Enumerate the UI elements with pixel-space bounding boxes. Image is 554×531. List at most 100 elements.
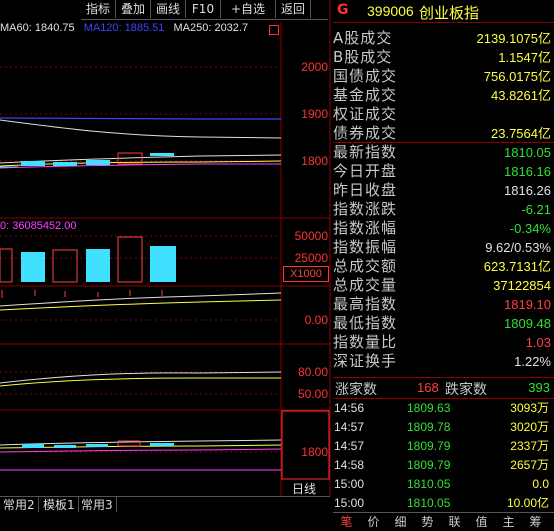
tick-time: 14:58 [334,458,365,472]
lower-candle [22,444,44,448]
volume-bar [0,248,13,283]
stat-label: B股成交 [333,48,393,66]
tab-common2[interactable]: 常用2 [0,497,39,513]
stat-label: 今日开盘 [333,162,398,180]
stat-label: 总成交额 [333,257,398,275]
index-name: 创业板指 [419,4,480,22]
stat-label: 指数涨幅 [333,219,398,237]
stat-row: 债券成交 23.7564亿 [333,124,551,143]
stat-row: 指数涨跌 -6.21 [333,200,551,219]
tick-volume: 3020万 [510,420,549,434]
stat-row: 指数振幅 9.62/0.53% [333,238,551,257]
stat-label: 最新指数 [333,143,398,161]
stat-value: 43.8261亿 [491,88,551,103]
tick-price: 1809.78 [407,420,451,434]
tick-time: 15:00 [334,496,365,510]
kline-candle [21,161,45,166]
stat-row: 深证换手 1.22% [333,352,551,371]
stat-row: 指数量比 1.03 [333,333,551,352]
stat-label: 权证成交 [333,105,398,123]
stat-label: 最低指数 [333,314,398,332]
kdj-axis-label: 50.00 [297,387,328,401]
stat-value: 756.0175亿 [483,69,551,84]
stat-value: 1819.10 [504,297,551,312]
stat-value: 1.1547亿 [498,50,551,65]
stat-label: A股成交 [333,29,393,47]
tick-price: 1809.79 [407,439,451,453]
tick-volume: 0.0 [532,477,549,491]
nav-price[interactable]: 价 [360,513,387,531]
stat-row: 总成交量 37122854 [333,276,551,295]
period-label[interactable]: 日线 [292,480,316,497]
price-axis-label: 1900 [301,107,328,121]
down-count-label: 跌家数 [445,382,487,398]
price-axis-label: 2000 [301,60,328,74]
tick-time: 14:56 [334,401,365,415]
bottom-tab-bar: 常用2 模板1 常用3 [0,496,330,513]
tick-price: 1810.05 [407,496,451,510]
nav-link[interactable]: 联 [441,513,468,531]
price-axis-label: 1800 [301,154,328,168]
stat-value: 37122854 [493,278,551,293]
stat-value: 1.22% [514,354,551,369]
index-code: 399006 [367,3,414,19]
stat-value: 1816.16 [504,164,551,179]
stat-label: 指数涨跌 [333,200,398,218]
stat-value: -0.34% [509,221,551,236]
detail-nav-bar: 笔 价 细 势 联 值 主 筹 [333,512,554,531]
tab-template1[interactable]: 模板1 [40,497,79,513]
tick-price: 1809.79 [407,458,451,472]
tick-row: 14:58 1809.79 2657万 [333,456,551,474]
stat-row: B股成交 1.1547亿 [333,48,551,67]
kdj-axis-label: 80.00 [297,365,328,379]
volume-unit-box[interactable]: X1000 [283,266,329,282]
kline-candle [150,153,174,156]
kline-candle [53,162,77,166]
stat-label: 最高指数 [333,295,398,313]
down-count-value: 393 [528,380,550,395]
stat-row: A股成交 2139.1075亿 [333,29,551,48]
updown-row: 涨家数 168 跌家数 393 [333,377,554,399]
volume-bar [52,249,78,283]
stat-row: 权证成交 [333,105,551,124]
stat-label: 总成交量 [333,276,398,294]
nav-trend[interactable]: 势 [414,513,441,531]
stat-label: 深证换手 [333,352,398,370]
index-logo-icon: G [337,2,349,18]
kline-candle [86,160,110,165]
stat-value: -6.21 [521,202,551,217]
stat-value: 2139.1075亿 [476,31,551,46]
tick-row: 14:57 1809.78 3020万 [333,418,551,436]
stat-row: 基金成交 43.8261亿 [333,86,551,105]
nav-main[interactable]: 主 [495,513,522,531]
nav-detail[interactable]: 细 [387,513,414,531]
tick-volume: 2657万 [510,458,549,472]
stat-row: 最低指数 1809.48 [333,314,551,333]
tick-row: 15:00 1810.05 0.0 [333,475,551,493]
index-header: G 399006 创业板指 [333,0,554,23]
tick-row: 14:57 1809.79 2337万 [333,437,551,455]
tick-time: 14:57 [334,439,365,453]
nav-chips[interactable]: 筹 [522,513,549,531]
stat-label: 债券成交 [333,124,398,142]
nav-tick[interactable]: 笔 [333,513,360,531]
macd-axis-label: 0.00 [304,313,328,327]
stat-row: 国债成交 756.0175亿 [333,67,551,86]
ma60-line [0,119,282,139]
stat-row: 今日开盘 1816.16 [333,162,551,181]
nav-value[interactable]: 值 [468,513,495,531]
lower-axis-label: 1800 [301,445,328,459]
stat-row: 总成交额 623.7131亿 [333,257,551,276]
kline-chart[interactable] [0,0,332,496]
stat-label: 基金成交 [333,86,398,104]
stat-value: 9.62/0.53% [485,240,551,255]
lower-candle [54,445,76,448]
tab-common3[interactable]: 常用3 [78,497,117,513]
stat-value: 1810.05 [504,145,551,160]
macd-dea-line [0,299,282,311]
ma120-line [0,117,281,120]
volume-axis-label: 25000 [294,251,328,265]
bottom-spacer [0,512,330,530]
volume-bar [86,249,110,282]
stat-value: 1.03 [525,335,551,350]
